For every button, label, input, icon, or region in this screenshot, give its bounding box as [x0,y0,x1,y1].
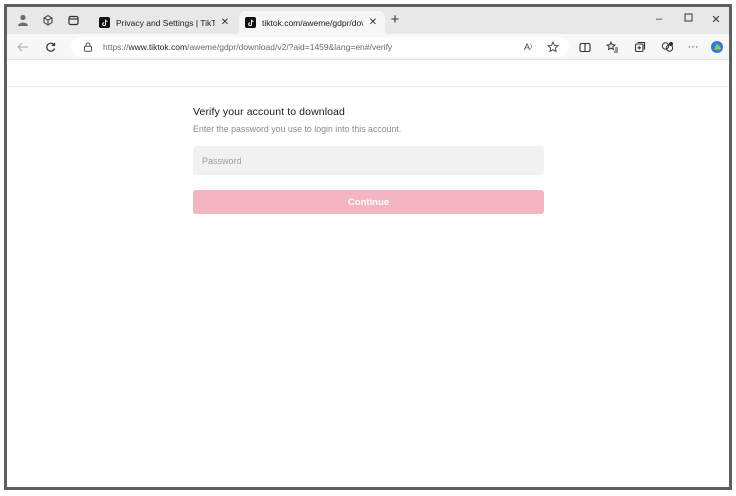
browser-window: Privacy and Settings | TikTok ✕ tiktok.c… [4,4,732,490]
verify-heading: Verify your account to download [193,106,345,118]
tiktok-favicon-icon [99,17,110,28]
url-prefix: https:// [103,42,129,52]
password-input[interactable] [193,146,544,175]
minimize-icon[interactable]: – [650,13,668,25]
favorite-star-icon[interactable] [545,39,561,55]
verify-subtext: Enter the password you use to login into… [193,124,402,134]
continue-button[interactable]: Continue [193,190,544,214]
address-bar[interactable]: https://www.tiktok.com/aweme/gdpr/downlo… [71,37,569,57]
page-info-icon[interactable] [81,40,95,54]
tab-privacy-settings[interactable]: Privacy and Settings | TikTok ✕ [93,11,237,34]
close-window-icon[interactable]: ✕ [707,13,725,26]
back-arrow-icon[interactable] [15,39,31,55]
collections-icon[interactable] [632,39,648,55]
more-icon[interactable]: ··· [685,39,701,55]
tab-gdpr-download[interactable]: tiktok.com/aweme/gdpr/downlo ✕ [239,11,385,34]
workspaces-icon[interactable] [40,12,56,28]
new-tab-plus-icon[interactable]: + [387,12,403,27]
refresh-icon[interactable] [42,39,58,55]
tab-title: tiktok.com/aweme/gdpr/downlo [262,17,363,28]
maximize-icon[interactable] [679,13,697,25]
extensions-icon[interactable] [659,39,675,55]
navigation-bar: https://www.tiktok.com/aweme/gdpr/downlo… [7,34,729,60]
close-tab-icon[interactable]: ✕ [219,17,231,28]
split-screen-icon[interactable] [577,39,593,55]
read-aloud-icon[interactable]: A) [520,39,536,55]
verify-card: Verify your account to download Enter th… [193,106,545,214]
favorites-icon[interactable] [604,39,620,55]
page-content: Verify your account to download Enter th… [7,61,729,487]
tab-bar: Privacy and Settings | TikTok ✕ tiktok.c… [7,7,729,34]
tiktok-favicon-icon [245,17,256,28]
copilot-icon[interactable] [709,39,725,55]
url-host: www.tiktok.com [128,42,188,52]
page-header [7,61,729,87]
tab-title: Privacy and Settings | TikTok [116,17,215,28]
profile-icon[interactable] [15,12,31,28]
url-path: /aweme/gdpr/download/v2/?aid=1459&lang=e… [187,42,393,52]
close-tab-icon[interactable]: ✕ [367,17,379,28]
tab-actions-icon[interactable] [65,12,81,28]
